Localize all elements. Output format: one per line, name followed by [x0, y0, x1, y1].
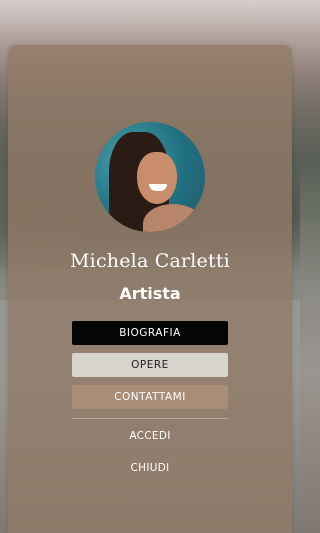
works-button[interactable]: OPERE	[72, 353, 228, 377]
profile-role: Artista	[119, 284, 181, 303]
login-link[interactable]: ACCEDI	[0, 430, 300, 442]
avatar	[95, 122, 205, 232]
profile-name: Michela Carletti	[70, 250, 230, 272]
divider	[72, 418, 228, 419]
biography-button[interactable]: BIOGRAFIA	[72, 321, 228, 345]
contact-button[interactable]: CONTATTAMI	[72, 385, 228, 409]
close-link[interactable]: CHIUDI	[0, 462, 300, 474]
